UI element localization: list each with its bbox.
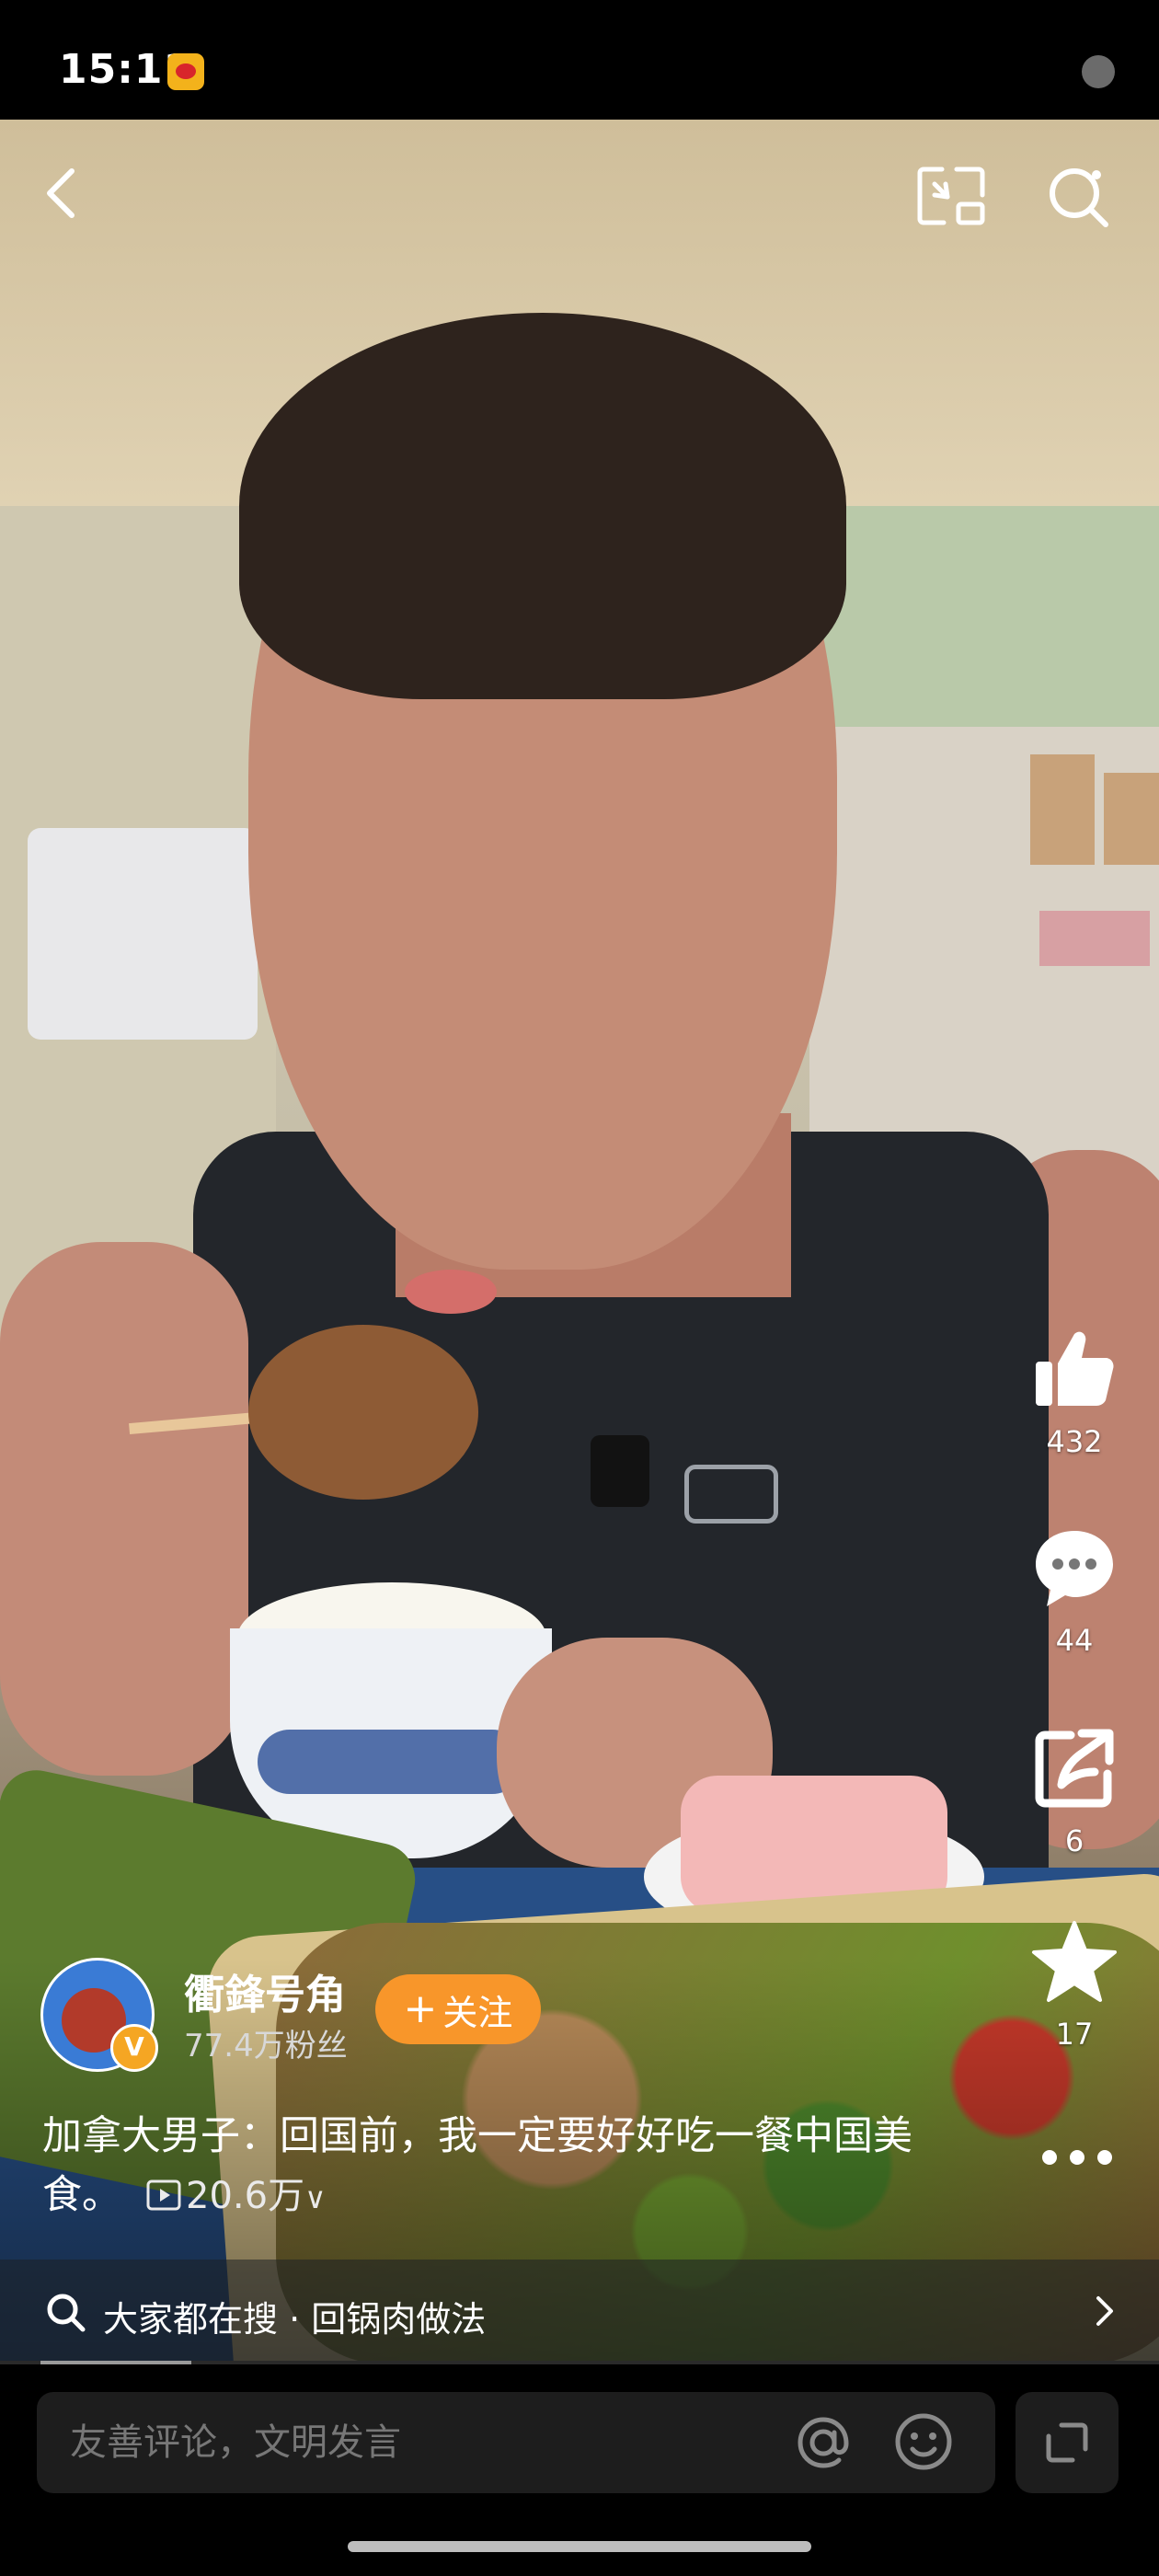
share-count: 6 (1064, 1823, 1084, 1858)
video-food-bite (248, 1325, 478, 1500)
weibo-notification-icon (167, 53, 204, 90)
video-arm-left (0, 1242, 248, 1776)
video-player[interactable] (0, 120, 1159, 2364)
status-indicator-icon (1082, 55, 1115, 88)
home-indicator[interactable] (348, 2541, 811, 2552)
expand-button[interactable] (1016, 2392, 1119, 2493)
play-icon (146, 2179, 181, 2211)
follow-label: 关注 (442, 1992, 513, 2033)
at-mention-icon[interactable] (793, 2412, 854, 2473)
video-lips (405, 1270, 497, 1314)
search-icon[interactable] (1043, 162, 1113, 232)
video-hair (239, 313, 846, 699)
comment-bubble-icon (1036, 1531, 1113, 1606)
search-icon (47, 2294, 86, 2332)
post-caption[interactable]: 加拿大男子：回国前，我一定要好好吃一餐中国美食。 20.6万∨ (42, 2107, 925, 2227)
video-containers (28, 828, 258, 1040)
expand-icon (1046, 2422, 1088, 2463)
comment-button[interactable]: 44 (1019, 1524, 1130, 1658)
chevron-left-icon[interactable] (37, 166, 92, 221)
chevron-right-icon (1096, 2296, 1113, 2326)
shirt-logo (684, 1465, 778, 1524)
view-count-value: 20.6万 (186, 2175, 305, 2217)
hot-search-label: 大家都在搜 · 回锅肉做法 (103, 2299, 487, 2340)
author-name[interactable]: 衢鋒号角 (184, 1961, 346, 2020)
share-button[interactable]: 6 (1019, 1724, 1130, 1858)
verified-badge-icon: V (110, 2024, 158, 2072)
status-bar: 15:11 (0, 0, 1159, 120)
clip-microphone (591, 1435, 649, 1507)
chevron-down-icon: ∨ (304, 2180, 327, 2215)
comment-count: 44 (1055, 1623, 1094, 1658)
favorite-button[interactable]: 17 (1019, 1917, 1130, 2052)
like-button[interactable]: 432 (1019, 1325, 1130, 1459)
favorite-count: 17 (1055, 2017, 1094, 2052)
view-count[interactable]: 20.6万∨ (145, 2175, 326, 2217)
hot-search-bar[interactable]: 大家都在搜 · 回锅肉做法 (0, 2260, 1159, 2364)
share-icon (1035, 1729, 1114, 1808)
emoji-icon[interactable] (892, 2410, 955, 2473)
more-dots-icon[interactable] (1036, 2144, 1119, 2171)
thumbs-up-icon (1036, 1331, 1114, 1406)
video-shelf (809, 727, 1159, 1187)
like-count: 432 (1046, 1424, 1103, 1459)
picture-in-picture-icon[interactable] (916, 164, 986, 228)
video-bowl-pattern (258, 1730, 524, 1794)
follower-count: 77.4万粉丝 (184, 2028, 348, 2064)
plus-icon: + (403, 1985, 438, 2032)
follow-button[interactable]: + 关注 (375, 1974, 541, 2044)
star-icon (1032, 1921, 1117, 2002)
